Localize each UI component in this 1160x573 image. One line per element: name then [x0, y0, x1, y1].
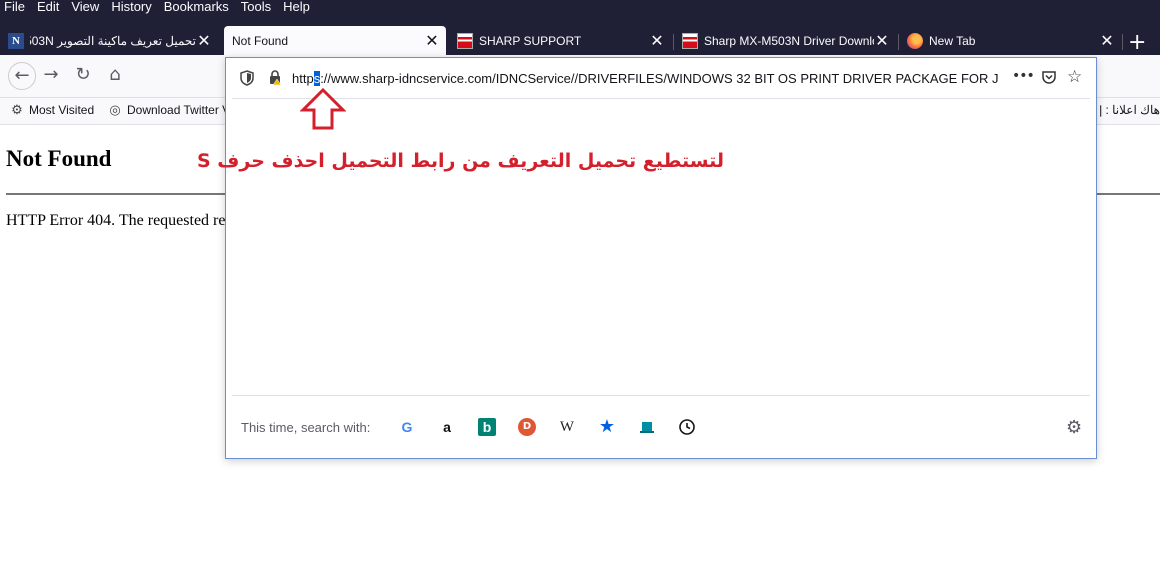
tab-separator — [1122, 34, 1123, 50]
google-icon[interactable]: G — [398, 418, 416, 436]
insecure-lock-icon[interactable] — [268, 69, 284, 86]
close-tab-icon[interactable]: ✕ — [196, 31, 212, 51]
menu-bookmarks[interactable]: Bookmarks — [164, 0, 229, 14]
url-prefix: http — [292, 71, 314, 86]
tab-sharp-support[interactable]: SHARP SUPPORT ✕ — [449, 26, 671, 55]
amazon-icon[interactable]: a — [438, 418, 456, 436]
back-arrow-icon[interactable]: ← — [8, 62, 36, 90]
close-tab-icon[interactable]: ✕ — [874, 31, 890, 51]
dropdown-divider — [232, 98, 1090, 99]
menu-file[interactable]: File — [4, 0, 25, 14]
urlbar-dropdown: https://www.sharp-idncservice.com/IDNCSe… — [197, 57, 1097, 459]
url-row: https://www.sharp-idncservice.com/IDNCSe… — [226, 58, 1096, 98]
reload-icon[interactable]: ↻ — [73, 65, 93, 85]
bookmark-label: هاك اعلانا : [t] — [1100, 103, 1160, 117]
globe-icon: ◎ — [109, 102, 121, 117]
search-with-label: This time, search with: — [241, 420, 371, 435]
page-actions-menu-icon[interactable]: ••• — [1012, 68, 1035, 84]
tab-title: New Tab — [929, 33, 976, 48]
instruction-annotation: لتستطيع تحميل التعريف من رابط التحميل اح… — [197, 150, 724, 172]
tab-sharp-driver[interactable]: Sharp MX-M503N Driver Download ✕ — [674, 26, 896, 55]
sharp-favicon-icon — [682, 32, 698, 49]
gear-icon: ⚙ — [11, 102, 23, 117]
menu-edit[interactable]: Edit — [37, 0, 59, 14]
close-tab-icon[interactable]: ✕ — [649, 31, 665, 51]
sharp-favicon-icon — [457, 32, 473, 49]
dropdown-divider — [232, 395, 1090, 396]
tracking-shield-icon[interactable] — [240, 70, 254, 86]
menu-view[interactable]: View — [71, 0, 99, 14]
search-settings-gear-icon[interactable]: ⚙ — [1066, 417, 1082, 438]
bookmark-most-visited[interactable]: ⚙ Most Visited — [10, 102, 95, 118]
close-tab-icon[interactable]: ✕ — [1099, 31, 1115, 51]
bookmark-label: Most Visited — [29, 103, 95, 117]
tab-arabic-driver[interactable]: N تحميل تعريف ماكينة التصوير MX-M503N ✕ — [0, 26, 218, 55]
menu-history[interactable]: History — [111, 0, 151, 14]
forward-arrow-icon[interactable]: → — [41, 65, 61, 85]
close-tab-icon[interactable]: ✕ — [424, 31, 440, 51]
home-icon[interactable]: ⌂ — [105, 65, 125, 85]
wikipedia-icon[interactable]: W — [558, 418, 576, 436]
tab-new-tab[interactable]: New Tab ✕ — [899, 26, 1121, 55]
url-input[interactable]: https://www.sharp-idncservice.com/IDNCSe… — [292, 70, 1004, 88]
tab-title: تحميل تعريف ماكينة التصوير MX-M503N — [30, 33, 196, 48]
tab-title: Sharp MX-M503N Driver Download — [704, 33, 874, 48]
pocket-icon[interactable] — [1041, 69, 1057, 85]
tab-strip: N تحميل تعريف ماكينة التصوير MX-M503N ✕ … — [0, 14, 1160, 55]
menu-help[interactable]: Help — [283, 0, 310, 14]
bing-icon[interactable]: b — [478, 418, 496, 436]
history-clock-icon[interactable] — [678, 418, 696, 436]
menu-tools[interactable]: Tools — [241, 0, 271, 14]
tabs-icon[interactable] — [638, 418, 656, 436]
bookmarks-star-icon[interactable]: ★ — [598, 418, 616, 436]
tab-title: SHARP SUPPORT — [479, 33, 582, 48]
bookmark-star-icon[interactable]: ☆ — [1067, 67, 1082, 87]
site-favicon-icon: N — [8, 32, 24, 49]
menu-bar: File Edit View History Bookmarks Tools H… — [0, 0, 1160, 14]
duckduckgo-icon[interactable]: D — [518, 418, 536, 436]
red-up-arrow-icon — [300, 88, 346, 130]
tab-title: Not Found — [232, 33, 289, 48]
tab-not-found[interactable]: Not Found ✕ — [224, 26, 446, 55]
page-title: Not Found — [6, 146, 112, 171]
new-tab-plus-icon[interactable]: + — [1128, 30, 1146, 55]
url-rest: ://www.sharp-idncservice.com/IDNCService… — [320, 71, 999, 86]
firefox-icon — [907, 32, 923, 49]
bookmark-arabic[interactable]: هاك اعلانا : [t] — [1100, 103, 1160, 117]
